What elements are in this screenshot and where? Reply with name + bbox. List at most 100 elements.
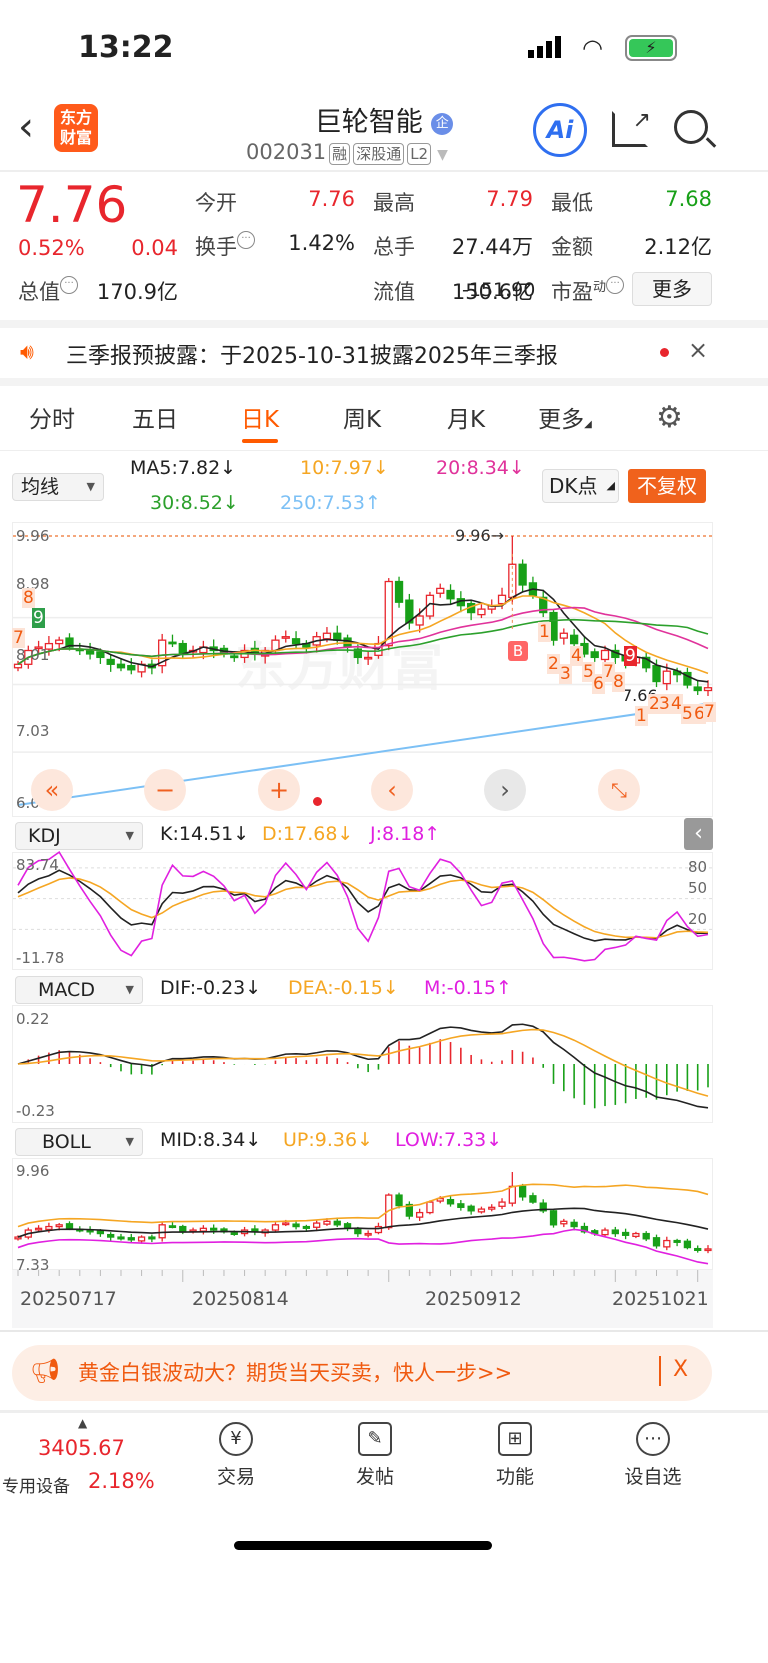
boll-candle — [34, 1227, 43, 1231]
macd-m: M:-0.15↑ — [424, 977, 512, 999]
boll-candle — [446, 1198, 455, 1205]
nav-more-circle[interactable]: ⋯ 设自选 — [593, 1422, 713, 1489]
kdj-select[interactable]: KDJ ▼ — [15, 822, 143, 850]
boll-candle — [467, 1205, 475, 1212]
date-label: 20250814 — [192, 1288, 289, 1310]
scroll-start-button[interactable]: « — [31, 769, 73, 811]
boll-select-label: BOLL — [42, 1131, 91, 1153]
edit-icon: ✎ — [358, 1422, 392, 1456]
boll-candle — [55, 1224, 63, 1228]
index-up-icon: ▲ — [78, 1416, 88, 1430]
boll-min: 7.33 — [16, 1256, 50, 1274]
price-candle — [106, 658, 115, 665]
price-candle — [662, 670, 671, 685]
nav-grid[interactable]: ⊞ 功能 — [455, 1422, 575, 1489]
price-candle — [322, 632, 332, 640]
sequence-marker: 9 — [32, 608, 45, 628]
sequence-marker: 8 — [22, 588, 35, 608]
kdj-k-line — [17, 869, 709, 942]
boll-max: 9.96 — [16, 1162, 50, 1180]
boll-candle — [477, 1208, 486, 1213]
zoom-out-button[interactable]: − — [144, 769, 186, 811]
ad-text[interactable]: 黄金白银波动大？期货当天买卖，快人一步>> — [78, 1357, 512, 1387]
boll-candle — [498, 1201, 506, 1207]
fullscreen-button[interactable]: ⤡ — [598, 769, 640, 811]
price-axis-label: 9.96 — [16, 527, 50, 545]
boll-candle — [179, 1225, 187, 1233]
scroll-left-button[interactable]: ‹ — [371, 769, 413, 811]
kdj-20: 20 — [688, 910, 708, 928]
sequence-marker: 4 — [570, 646, 583, 666]
price-candle — [436, 587, 445, 594]
price-candle — [333, 632, 342, 641]
price-candle — [291, 638, 301, 645]
boll-candle — [621, 1231, 630, 1236]
divider — [0, 1330, 768, 1332]
boll-candle — [323, 1220, 331, 1225]
boll-candle — [230, 1232, 238, 1236]
price-candle — [116, 663, 126, 669]
price-candle — [96, 651, 105, 659]
boll-up-line — [17, 1183, 709, 1228]
price-candle — [693, 686, 702, 692]
boll-mid: MID:8.34↓ — [160, 1129, 262, 1151]
boll-candle — [529, 1195, 537, 1203]
boll-candle — [683, 1240, 692, 1249]
boll-candle — [364, 1232, 372, 1236]
price-candle — [703, 687, 713, 692]
boll-candle — [45, 1225, 53, 1231]
zoom-in-button[interactable]: + — [258, 769, 300, 811]
boll-candle — [570, 1221, 578, 1228]
boll-candle — [117, 1236, 125, 1240]
macd-select[interactable]: MACD ▼ — [15, 976, 143, 1004]
boll-candle — [14, 1236, 22, 1240]
sequence-marker: 8 — [612, 672, 625, 692]
price-candle — [85, 649, 95, 655]
boll-candle — [642, 1232, 650, 1240]
boll-candle — [313, 1222, 321, 1228]
boll-candle — [168, 1225, 177, 1229]
boll-candle — [137, 1236, 146, 1242]
price-candle — [600, 649, 610, 661]
ad-close-button[interactable]: X — [673, 1357, 688, 1382]
sequence-marker: 5 — [681, 704, 694, 724]
index-value[interactable]: 3405.67 — [38, 1436, 125, 1460]
price-candle — [415, 615, 424, 626]
sequence-marker: 3 — [658, 694, 671, 714]
kdj-max: 83.74 — [16, 856, 59, 874]
kdj-d: D:17.68↓ — [262, 823, 354, 845]
boll-low: LOW:7.33↓ — [395, 1129, 503, 1151]
grid-icon: ⊞ — [498, 1422, 532, 1456]
sequence-marker: 9 — [624, 646, 637, 666]
sequence-marker: 3 — [559, 664, 572, 684]
nav-label: 交易 — [216, 1466, 255, 1488]
nav-edit[interactable]: ✎ 发帖 — [315, 1422, 435, 1489]
boll-candle — [199, 1227, 208, 1232]
price-candle — [127, 665, 136, 671]
price-candle — [394, 580, 404, 603]
nav-yen-exchange[interactable]: ¥ 交易 — [176, 1422, 296, 1489]
price-axis-label: 7.03 — [16, 722, 50, 740]
ad-separator — [659, 1356, 661, 1386]
price-candle — [559, 632, 568, 639]
boll-select[interactable]: BOLL ▼ — [15, 1128, 143, 1156]
price-candle — [590, 651, 599, 659]
price-candle — [168, 641, 177, 645]
sequence-marker: 2 — [547, 654, 560, 674]
collapse-panel-button[interactable]: ‹ — [684, 818, 713, 850]
boll-candle — [354, 1228, 362, 1235]
macd-max: 0.22 — [16, 1010, 50, 1028]
nav-label: 功能 — [495, 1466, 534, 1488]
boll-candle — [158, 1224, 166, 1239]
price-candle — [518, 563, 527, 586]
boll-candle — [663, 1239, 671, 1248]
index-name: 专用设备 — [2, 1477, 70, 1497]
price-candle — [569, 634, 579, 645]
yen-exchange-icon: ¥ — [219, 1422, 253, 1456]
kdj-80: 80 — [688, 858, 708, 876]
page-dot — [313, 797, 322, 806]
kdj-j: J:8.18↑ — [370, 823, 441, 845]
price-candle — [446, 589, 455, 600]
boll-candle — [518, 1185, 527, 1198]
scroll-right-button[interactable]: › — [484, 769, 526, 811]
